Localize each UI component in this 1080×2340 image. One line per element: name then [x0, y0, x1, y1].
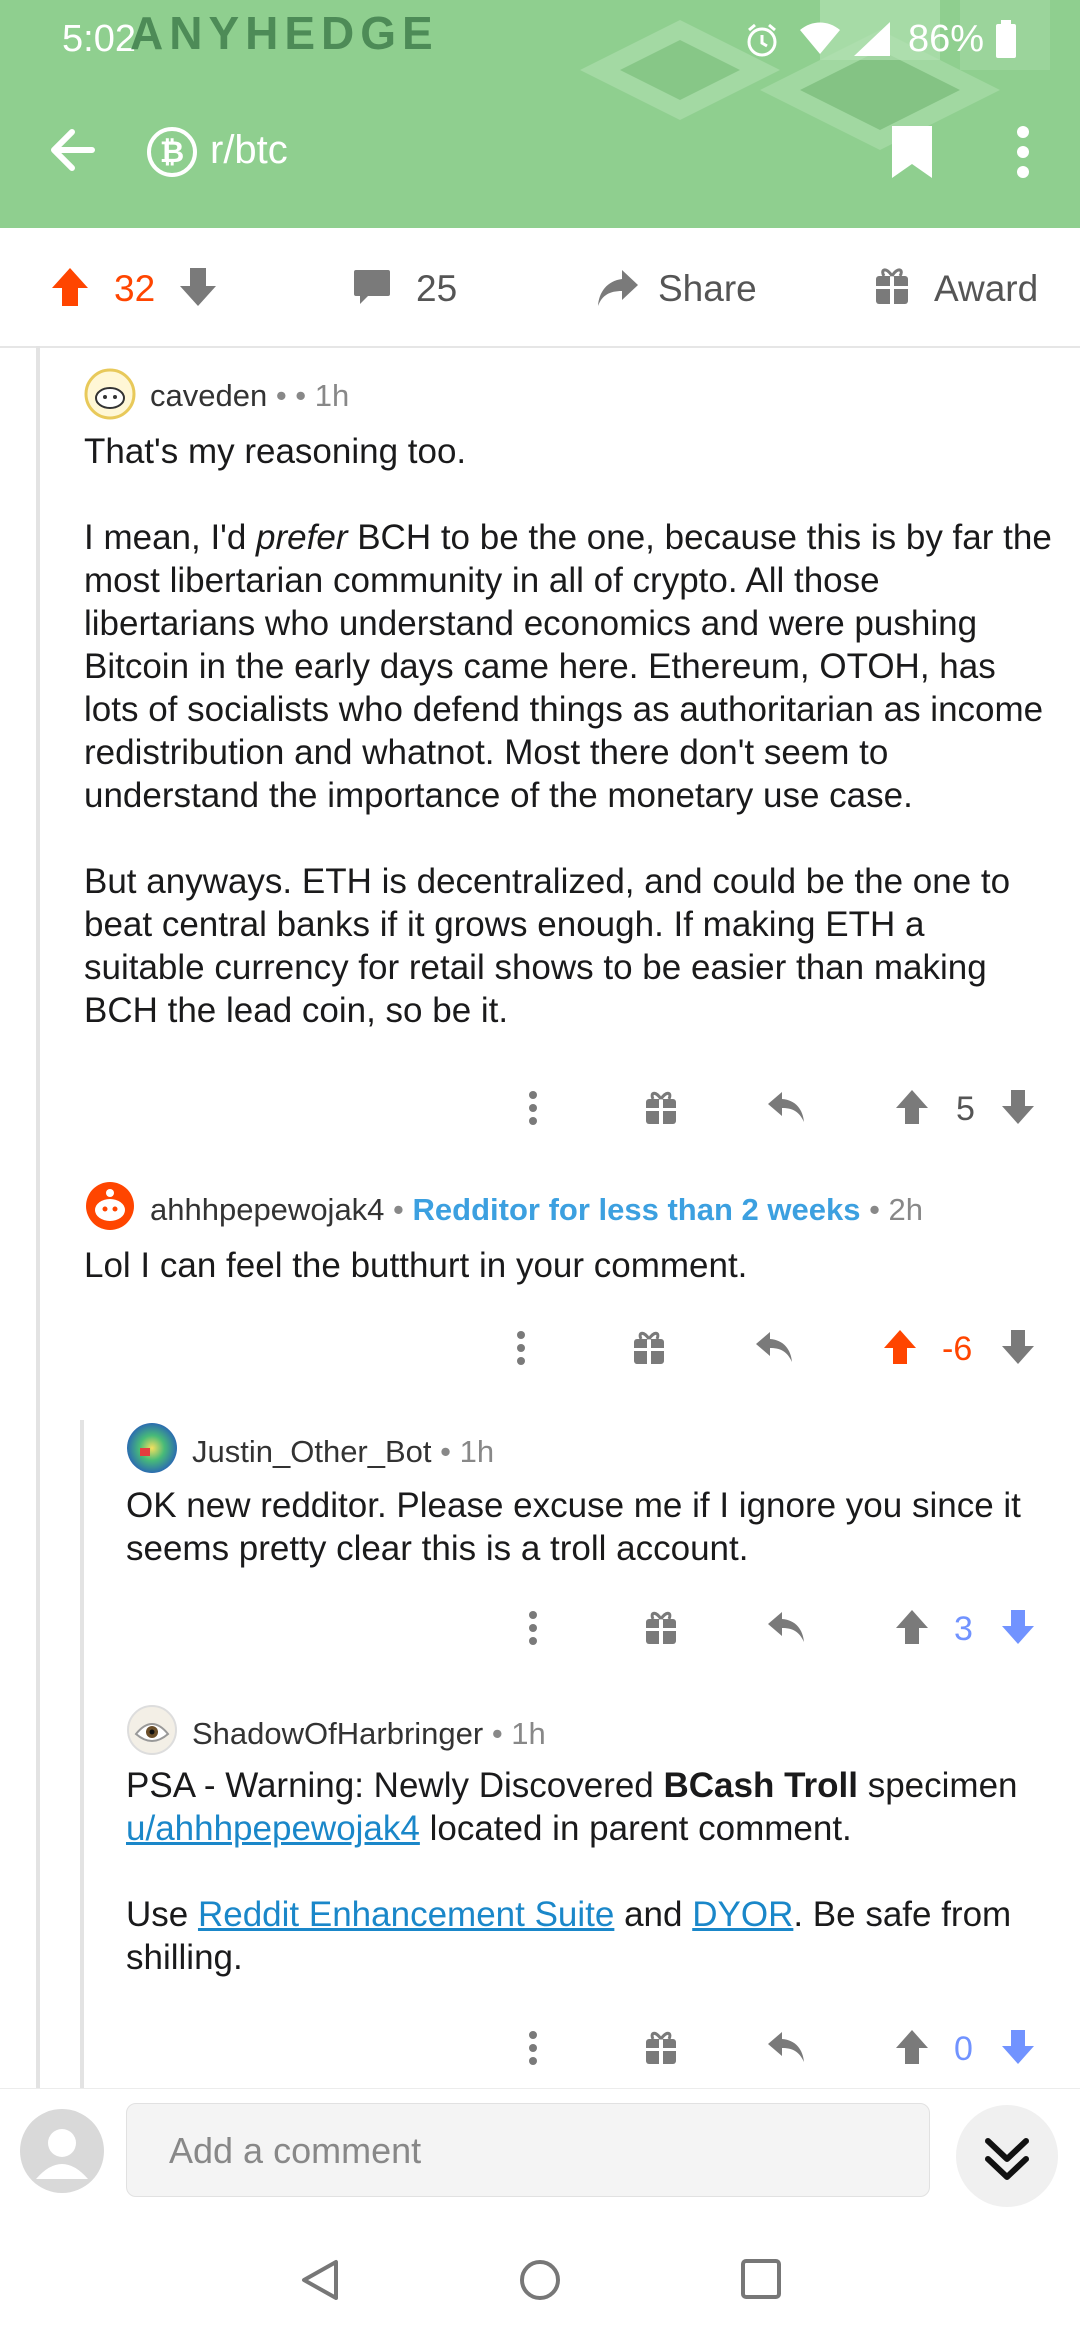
comment-meta: • • 1h: [267, 378, 350, 413]
add-comment-input[interactable]: Add a comment: [126, 2103, 930, 2197]
comment-author[interactable]: ShadowOfHarbringer: [192, 1716, 483, 1751]
comment-paragraph: Use Reddit Enhancement Suite and DYOR. B…: [126, 1895, 1012, 1977]
thread-line-level-1: [80, 1420, 84, 2088]
downvote-icon[interactable]: [1000, 2028, 1036, 2066]
gift-icon[interactable]: [874, 266, 910, 306]
reply-icon[interactable]: [754, 1330, 794, 1364]
more-icon[interactable]: [526, 1610, 540, 1646]
more-icon[interactable]: [526, 1090, 540, 1126]
upvote-icon[interactable]: [50, 266, 90, 308]
subreddit-bitcoin-icon: ₿: [146, 126, 198, 178]
app-header: 5:02 ANYHEDGE 86% ₿ r/btc: [0, 0, 1080, 228]
status-time: 5:02: [62, 18, 136, 60]
comment-meta: • 2h: [860, 1192, 924, 1227]
back-arrow-icon[interactable]: [46, 124, 98, 176]
comment-count[interactable]: 25: [416, 268, 457, 310]
nav-home-icon[interactable]: [518, 2258, 562, 2302]
comment-paragraph: But anyways. ETH is decentralized, and c…: [84, 862, 1011, 1030]
user-flair: Redditor for less than 2 weeks: [412, 1192, 861, 1227]
battery-percent: 86%: [908, 18, 985, 60]
comment-score: -6: [942, 1330, 973, 1368]
more-icon[interactable]: [514, 1330, 528, 1366]
comment-body: Lol I can feel the butthurt in your comm…: [84, 1244, 1054, 1287]
avatar[interactable]: [126, 1422, 178, 1474]
system-nav-bar: [0, 2216, 1080, 2340]
reply-icon[interactable]: [766, 2030, 806, 2064]
signal-icon: [852, 20, 892, 58]
comment-author-line: ahhhpepewojak4 • Redditor for less than …: [150, 1192, 924, 1227]
comment-paragraph: I mean, I'd prefer BCH to be the one, be…: [84, 518, 1052, 815]
comment-body: That's my reasoning too. I mean, I'd pre…: [84, 430, 1054, 1032]
avatar[interactable]: [84, 1180, 136, 1232]
thread-line-level-0: [36, 346, 40, 2088]
comment-author-line: Justin_Other_Bot • 1h: [192, 1434, 494, 1470]
svg-text:₿: ₿: [160, 136, 184, 169]
reply-icon[interactable]: [766, 1610, 806, 1644]
collapse-chevron-icon[interactable]: [956, 2105, 1058, 2207]
gift-icon[interactable]: [632, 1330, 666, 1366]
share-button[interactable]: Share: [658, 268, 757, 310]
upvote-icon[interactable]: [882, 1328, 918, 1366]
avatar[interactable]: [126, 1704, 178, 1756]
comment-paragraph: Lol I can feel the butthurt in your comm…: [84, 1246, 748, 1285]
subreddit-title[interactable]: r/btc: [210, 128, 288, 173]
comment-score: 5: [956, 1090, 975, 1128]
downvote-icon[interactable]: [1000, 1328, 1036, 1366]
comment-bubble-icon[interactable]: [352, 268, 392, 308]
comment-meta: • 1h: [431, 1434, 495, 1469]
comment-score: 3: [954, 1610, 973, 1648]
wifi-icon: [798, 20, 842, 56]
brand-banner: ANYHEDGE: [130, 7, 439, 59]
comment-author[interactable]: Justin_Other_Bot: [192, 1434, 432, 1469]
comment-author-line: ShadowOfHarbringer • 1h: [192, 1716, 546, 1752]
award-button[interactable]: Award: [934, 268, 1038, 310]
downvote-icon[interactable]: [178, 266, 218, 308]
user-mention-link[interactable]: u/ahhhpepewojak4: [126, 1809, 420, 1848]
post-score: 32: [114, 268, 156, 309]
alarm-icon: [744, 22, 780, 58]
gift-icon[interactable]: [644, 1610, 678, 1646]
upvote-icon[interactable]: [894, 1088, 930, 1126]
user-avatar-icon[interactable]: [20, 2109, 104, 2193]
comment-author-line: caveden • • 1h: [150, 378, 349, 414]
avatar[interactable]: [84, 368, 136, 420]
upvote-icon[interactable]: [894, 2028, 930, 2066]
comment-body: PSA - Warning: Newly Discovered BCash Tr…: [126, 1764, 1056, 1979]
bookmark-icon[interactable]: [890, 124, 934, 180]
comment-paragraph: That's my reasoning too.: [84, 432, 467, 471]
dyor-link[interactable]: DYOR: [692, 1895, 793, 1934]
comment-meta: • 1h: [483, 1716, 546, 1751]
more-icon[interactable]: [526, 2030, 540, 2066]
comment-score: 0: [954, 2030, 973, 2068]
comment-paragraph: PSA - Warning: Newly Discovered BCash Tr…: [126, 1766, 1018, 1848]
nav-back-icon[interactable]: [298, 2258, 340, 2302]
downvote-icon[interactable]: [1000, 1088, 1036, 1126]
comment-author[interactable]: caveden: [150, 378, 267, 413]
gift-icon[interactable]: [644, 1090, 678, 1126]
upvote-icon[interactable]: [894, 1608, 930, 1646]
status-bar: 5:02 ANYHEDGE 86%: [0, 0, 1080, 80]
comment-body: OK new redditor. Please excuse me if I i…: [126, 1484, 1056, 1570]
more-options-icon[interactable]: [1010, 124, 1036, 180]
nav-recents-icon[interactable]: [740, 2258, 782, 2300]
gift-icon[interactable]: [644, 2030, 678, 2066]
res-link[interactable]: Reddit Enhancement Suite: [198, 1895, 614, 1934]
share-icon[interactable]: [596, 268, 640, 308]
comment-composer: Add a comment: [0, 2088, 1080, 2217]
comment-paragraph: OK new redditor. Please excuse me if I i…: [126, 1486, 1021, 1568]
post-action-bar: 32 25 Share Award: [0, 228, 1080, 348]
comment-author[interactable]: ahhhpepewojak4: [150, 1192, 384, 1227]
reply-icon[interactable]: [766, 1090, 806, 1124]
battery-icon: [996, 20, 1016, 58]
downvote-icon[interactable]: [1000, 1608, 1036, 1646]
